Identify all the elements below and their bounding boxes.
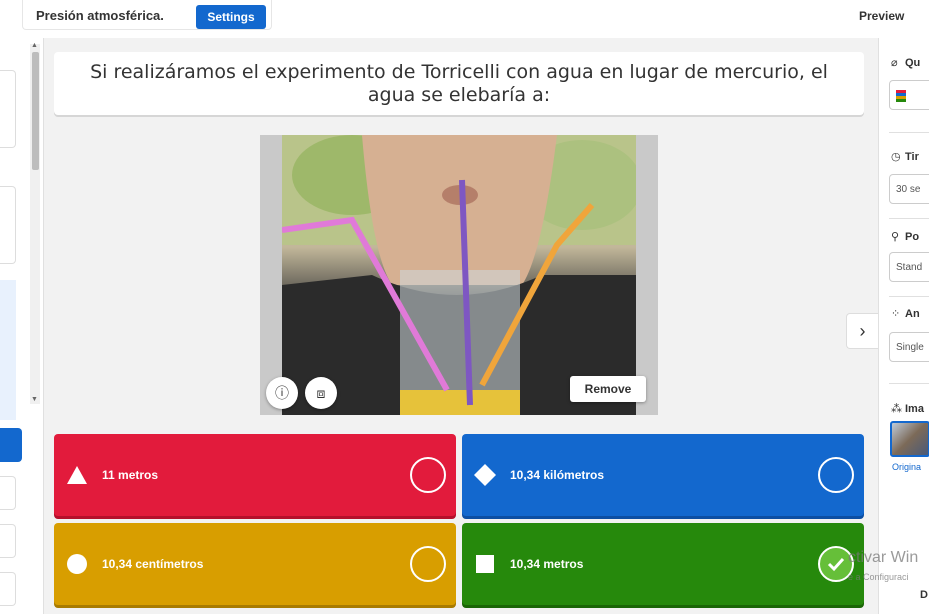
- crop-icon[interactable]: ⧈: [305, 377, 337, 409]
- question-type-icon: ⌀: [891, 57, 898, 69]
- slide-thumbnail-selected[interactable]: [0, 280, 16, 420]
- points-heading: ⚲ Po: [891, 231, 920, 243]
- sparkle-icon: ⁂: [891, 403, 902, 415]
- answer-label[interactable]: 10,34 metros: [510, 557, 583, 571]
- correct-toggle[interactable]: [818, 457, 854, 493]
- quiz-title[interactable]: Presión atmosférica.: [36, 8, 164, 23]
- image-thumbnail[interactable]: [890, 421, 929, 457]
- straws-drawing: [282, 135, 636, 415]
- activation-watermark-extra: D: [920, 589, 928, 601]
- activation-watermark-subtitle: e a Configuraci: [848, 572, 909, 582]
- question-type-select[interactable]: [889, 80, 929, 110]
- answer-options-heading: ⁘ An: [891, 308, 920, 320]
- scroll-down-arrow-icon[interactable]: ▼: [31, 396, 38, 403]
- settings-button[interactable]: Settings: [196, 5, 266, 29]
- time-limit-heading: ◷ Tir: [891, 151, 919, 163]
- top-bar: Presión atmosférica. Settings Preview: [0, 0, 929, 38]
- quiz-type-icon: [896, 90, 906, 102]
- divider: [889, 218, 929, 219]
- sidebar-button[interactable]: [0, 572, 16, 606]
- remove-image-button[interactable]: Remove: [570, 376, 646, 402]
- points-select[interactable]: Stand: [889, 252, 929, 282]
- question-image-frame: [260, 135, 658, 415]
- correct-toggle[interactable]: [410, 546, 446, 582]
- answer-option-2[interactable]: 10,34 kilómetros: [462, 434, 864, 516]
- sidebar-button[interactable]: [0, 524, 16, 558]
- preview-button[interactable]: Preview: [859, 9, 904, 23]
- question-image: [282, 135, 636, 415]
- circle-icon: [67, 554, 87, 574]
- triangle-icon: [67, 466, 87, 484]
- medal-icon: ⚲: [891, 231, 900, 243]
- slides-sidebar: ▲ ▼: [0, 38, 44, 614]
- correct-toggle[interactable]: [410, 457, 446, 493]
- sidebar-button[interactable]: [0, 476, 16, 510]
- checkmark-icon: [827, 557, 845, 572]
- answer-options-icon: ⁘: [891, 308, 901, 320]
- answer-options-select[interactable]: Single: [889, 332, 929, 362]
- original-link[interactable]: Origina: [892, 462, 921, 472]
- answer-label[interactable]: 10,34 centímetros: [102, 557, 203, 571]
- scrollbar-thumb[interactable]: [32, 52, 39, 170]
- divider: [889, 132, 929, 133]
- clock-icon: ◷: [891, 151, 901, 163]
- divider: [889, 383, 929, 384]
- scroll-up-arrow-icon[interactable]: ▲: [31, 42, 38, 49]
- slide-thumbnail[interactable]: [0, 186, 16, 264]
- question-text: Si realizáramos el experimento de Torric…: [90, 60, 828, 106]
- collapse-panel-button[interactable]: ›: [846, 313, 878, 349]
- square-icon: [476, 555, 494, 573]
- add-slide-button[interactable]: [0, 428, 22, 462]
- answer-option-1[interactable]: 11 metros: [54, 434, 456, 516]
- slide-thumbnail[interactable]: [0, 70, 16, 148]
- time-limit-select[interactable]: 30 se: [889, 174, 929, 204]
- image-reveal-heading: ⁂ Ima: [891, 403, 924, 415]
- question-input[interactable]: Si realizáramos el experimento de Torric…: [54, 52, 864, 115]
- question-type-heading: ⌀ Qu: [891, 57, 921, 69]
- question-settings-panel: ⌀ Qu ◷ Tir 30 se ⚲ Po Stand ⁘ An Single ⁂ Ima…: [878, 38, 929, 614]
- info-icon[interactable]: ⓘ: [266, 377, 298, 409]
- answer-label[interactable]: 11 metros: [102, 468, 158, 482]
- answer-option-3[interactable]: 10,34 centímetros: [54, 523, 456, 605]
- activation-watermark-title: ctivar Win: [848, 549, 919, 566]
- answer-option-4[interactable]: 10,34 metros: [462, 523, 864, 605]
- diamond-icon: [474, 464, 496, 486]
- answer-label[interactable]: 10,34 kilómetros: [510, 468, 604, 482]
- chevron-right-icon: ›: [859, 320, 866, 341]
- sidebar-scrollbar[interactable]: [30, 44, 40, 404]
- divider: [889, 296, 929, 297]
